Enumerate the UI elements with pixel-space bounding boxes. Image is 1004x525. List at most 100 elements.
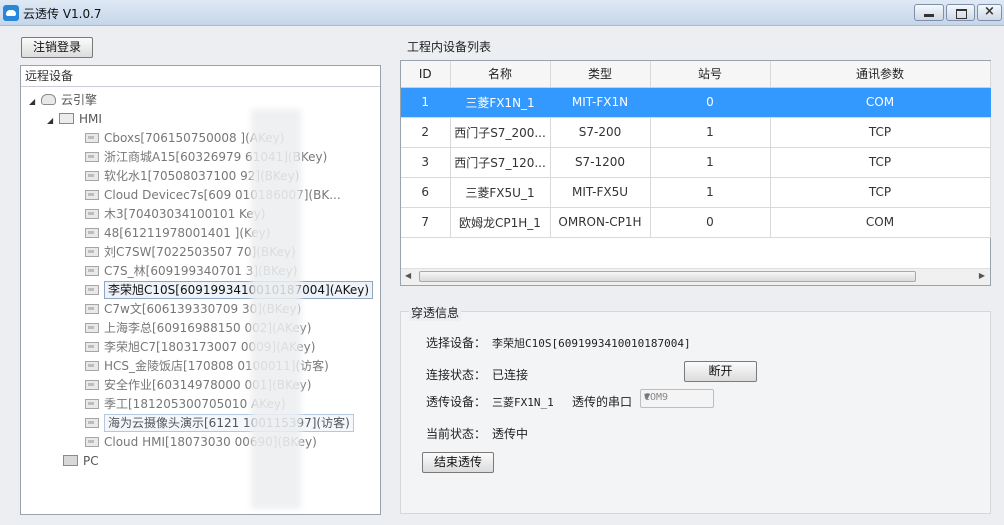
device-label: 李荣旭C10S[6091993410010187004](AKey) (104, 281, 374, 299)
device-tree-item[interactable]: Cloud Devicec7s[609 010186007](BK... (85, 186, 341, 205)
device-icon (85, 304, 99, 314)
table-cell: OMRON-CP1H (550, 207, 651, 238)
device-icon (85, 437, 99, 447)
close-button[interactable]: × (977, 4, 1002, 21)
table-cell: 三菱FX1N_1 (450, 87, 551, 118)
redaction-blur (251, 109, 301, 509)
scrollbar-thumb[interactable] (419, 271, 916, 282)
table-cell: 7 (401, 207, 451, 238)
table-cell: 0 (650, 207, 771, 238)
device-icon (85, 361, 99, 371)
tree-node-hmi[interactable]: ◢ HMI (47, 110, 102, 129)
table-cell: COM (770, 207, 991, 238)
table-cell: COM (770, 87, 991, 118)
minimize-button[interactable] (914, 4, 944, 21)
table-row[interactable]: 1 三菱FX1N_1 MIT-FX1N 0 COM (401, 87, 991, 118)
device-icon (85, 380, 99, 390)
device-icon (85, 399, 99, 409)
connection-status-value: 已连接 (492, 368, 529, 382)
table-cell: 1 (650, 177, 771, 208)
table-cell: 西门子S7_200... (450, 117, 551, 148)
hmi-icon (59, 113, 74, 124)
app-cloud-icon (3, 5, 19, 21)
device-label: 木3[70403034100101 Key) (104, 207, 266, 221)
end-tunnel-button[interactable]: 结束透传 (422, 452, 494, 473)
connection-status-label: 连接状态： (426, 368, 487, 382)
tree-node-cloud-engine[interactable]: ◢ 云引擎 (29, 91, 97, 110)
table-cell: 1 (650, 117, 771, 148)
table-cell: 1 (401, 87, 451, 118)
table-cell: 6 (401, 177, 451, 208)
device-icon (85, 342, 99, 352)
table-row[interactable]: 2 西门子S7_200... S7-200 1 TCP (401, 117, 991, 148)
disconnect-button[interactable]: 断开 (684, 361, 757, 382)
select-device-value: 李荣旭C10S[6091993410010187004] (492, 337, 691, 350)
current-status-label: 当前状态： (426, 427, 487, 441)
remote-devices-panel: 远程设备 ◢ 云引擎 ◢ HMI Cboxs[706150750008 ](AKey… (20, 65, 381, 515)
serial-port-label: 透传的串口 (572, 395, 633, 409)
tunnel-device-label: 透传设备： (426, 395, 487, 409)
device-list-title: 工程内设备列表 (407, 40, 492, 54)
current-status-value: 透传中 (492, 427, 529, 441)
device-icon (85, 133, 99, 143)
column-header[interactable]: 名称 (450, 61, 551, 88)
device-icon (85, 247, 99, 257)
chevron-down-icon: ▼ (644, 392, 651, 401)
tunnel-info-group (400, 311, 991, 514)
select-device-label: 选择设备： (426, 336, 487, 350)
device-tree-item[interactable]: 48[61211978001401 ](Key) (85, 224, 270, 243)
table-cell: MIT-FX1N (550, 87, 651, 118)
serial-port-select[interactable]: COM9 ▼ (640, 389, 714, 408)
table-cell: MIT-FX5U (550, 177, 651, 208)
device-icon (85, 228, 99, 238)
table-cell: TCP (770, 147, 991, 178)
table-cell: S7-1200 (550, 147, 651, 178)
column-header[interactable]: 类型 (550, 61, 651, 88)
table-row[interactable]: 6 三菱FX5U_1 MIT-FX5U 1 TCP (401, 177, 991, 208)
tunnel-device-value: 三菱FX1N_1 (492, 396, 554, 409)
device-icon (85, 266, 99, 276)
scroll-right-icon[interactable]: ▶ (979, 271, 985, 280)
table-row[interactable]: 3 西门子S7_120... S7-1200 1 TCP (401, 147, 991, 178)
expand-arrow-icon[interactable]: ◢ (47, 111, 59, 130)
table-cell: S7-200 (550, 117, 651, 148)
cloud-icon (41, 94, 56, 105)
device-label: Cloud Devicec7s[609 010186007](BK... (104, 188, 341, 202)
table-cell: 三菱FX5U_1 (450, 177, 551, 208)
logout-button[interactable]: 注销登录 (21, 37, 93, 58)
maximize-button[interactable] (946, 4, 975, 21)
device-tree-item[interactable]: 海为云摄像头演示[6121 100115397](访客) (85, 414, 354, 433)
device-icon (85, 209, 99, 219)
tunnel-info-legend: 穿透信息 (409, 304, 462, 321)
device-icon (85, 285, 99, 295)
table-cell: 3 (401, 147, 451, 178)
horizontal-scrollbar[interactable]: ◀ ▶ (401, 268, 990, 285)
column-header[interactable]: 站号 (650, 61, 771, 88)
device-table-panel: ID 名称 类型 站号 通讯参数 1 三菱FX1N_1 MIT-FX1N 0 COM 2 西门子S7… (400, 60, 991, 286)
device-icon (85, 171, 99, 181)
close-icon: × (984, 4, 995, 19)
table-cell: TCP (770, 177, 991, 208)
column-header[interactable]: ID (401, 61, 451, 88)
expand-arrow-icon[interactable]: ◢ (29, 92, 41, 111)
column-header[interactable]: 通讯参数 (770, 61, 991, 88)
table-header-row: ID 名称 类型 站号 通讯参数 (401, 61, 991, 88)
device-icon (85, 418, 99, 428)
device-label: 48[61211978001401 ](Key) (104, 226, 271, 240)
table-cell: 1 (650, 147, 771, 178)
device-tree-item[interactable]: 李荣旭C10S[6091993410010187004](AKey) (85, 281, 374, 300)
table-cell: 欧姆龙CP1H_1 (450, 207, 551, 238)
device-tree-item[interactable]: 木3[70403034100101 Key) (85, 205, 265, 224)
device-table: ID 名称 类型 站号 通讯参数 1 三菱FX1N_1 MIT-FX1N 0 COM 2 西门子S7… (401, 61, 991, 238)
tree-node-pc[interactable]: PC (63, 452, 99, 471)
pc-icon (63, 455, 78, 466)
table-cell: TCP (770, 117, 991, 148)
device-icon (85, 152, 99, 162)
device-icon (85, 323, 99, 333)
title-bar: 云透传 V1.0.7 × (0, 0, 1004, 26)
table-cell: 西门子S7_120... (450, 147, 551, 178)
table-row[interactable]: 7 欧姆龙CP1H_1 OMRON-CP1H 0 COM (401, 207, 991, 238)
scroll-left-icon[interactable]: ◀ (405, 271, 411, 280)
remote-devices-header: 远程设备 (21, 66, 380, 87)
table-cell: 0 (650, 87, 771, 118)
